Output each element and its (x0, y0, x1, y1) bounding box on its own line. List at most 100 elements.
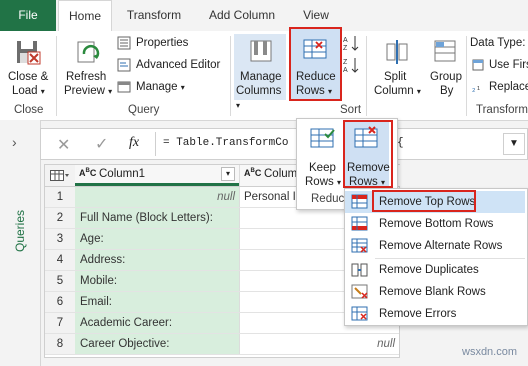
sort-ascending-button[interactable]: AZ (342, 34, 360, 52)
row-number: 3 (45, 229, 76, 249)
formula-bar: ✕ ✓ fx = Table.TransformCo { ▼ (40, 128, 528, 160)
tab-home[interactable]: Home (58, 0, 112, 32)
manage-button[interactable]: Manage ▾ (117, 80, 197, 96)
menu-item-remove-blank-rows[interactable]: Remove Blank Rows (345, 281, 525, 303)
row-number: 7 (45, 313, 76, 333)
table-menu-button[interactable] (45, 165, 76, 186)
remove-rows-highlight (343, 120, 393, 188)
properties-button[interactable]: Properties (117, 36, 227, 52)
menu-item-label: Remove Bottom Rows (379, 218, 494, 230)
svg-text:A: A (343, 67, 348, 74)
keep-rows-button[interactable]: Keep Rows ▾ (301, 121, 343, 189)
column1-header-label: Column1 (99, 168, 146, 180)
advanced-editor-button[interactable]: Advanced Editor (117, 58, 231, 74)
group-by-icon (434, 40, 456, 62)
tab-add-column[interactable]: Add Column (198, 0, 286, 31)
menu-item-remove-errors[interactable]: Remove Errors (345, 303, 525, 325)
row-number: 6 (45, 292, 76, 312)
use-first-row-button[interactable]: Use Firs (472, 58, 528, 74)
replace-values-icon: ₂₁ (472, 81, 480, 93)
column1-cell[interactable]: Mobile: (75, 271, 239, 291)
tab-transform[interactable]: Transform (118, 0, 190, 31)
reduce-rows-highlight (289, 27, 342, 101)
svg-text:A: A (343, 37, 348, 44)
null-value: null (217, 191, 235, 203)
queries-pane: › Queries (0, 120, 41, 366)
manage-columns-label-1: Manage (240, 71, 282, 83)
sort-descending-icon: ZA (343, 58, 359, 74)
keep-rows-label-1: Keep (309, 162, 336, 174)
queries-label[interactable]: Queries (13, 201, 27, 261)
split-column-icon (386, 40, 408, 64)
group-by-button[interactable]: Group By (426, 34, 466, 100)
menu-item-remove-alternate-rows[interactable]: Remove Alternate Rows (345, 235, 525, 257)
menu-item-label: Remove Errors (379, 308, 457, 320)
divider (466, 36, 467, 116)
refresh-label-2: Preview ▾ (64, 85, 113, 97)
svg-text:Z: Z (343, 59, 348, 66)
close-load-label-1: Close & (8, 71, 49, 83)
cancel-formula-icon[interactable]: ✕ (57, 135, 70, 155)
menu-item-remove-duplicates[interactable]: Remove Duplicates (345, 259, 525, 281)
column1-cell[interactable]: Academic Career: (75, 313, 239, 333)
group-by-label-1: Group (430, 71, 462, 83)
manage-columns-button[interactable]: Manage Columns ▾ (234, 34, 286, 110)
data-type-dropdown[interactable]: Data Type: T (470, 36, 528, 52)
refresh-preview-button[interactable]: Refresh Preview ▾ (62, 36, 114, 100)
group-by-label-2: By (440, 85, 454, 97)
tab-file[interactable]: File (0, 0, 56, 31)
menu-item-label: Remove Blank Rows (379, 286, 486, 298)
column2-cell[interactable]: null (239, 334, 399, 354)
text-type-icon: ABC (79, 168, 97, 178)
use-first-row-label: Use Firs (489, 59, 528, 71)
menu-item-remove-bottom-rows[interactable]: Remove Bottom Rows (345, 213, 525, 235)
fx-icon[interactable]: fx (129, 135, 139, 151)
ribbon-tab-bar: File Home Transform Add Column View (0, 0, 528, 32)
keep-rows-label-2: Rows ▾ (305, 176, 341, 188)
row-number: 8 (45, 334, 76, 354)
row-number: 5 (45, 271, 76, 291)
column1-cell[interactable]: Age: (75, 229, 239, 249)
expand-queries-chevron-icon[interactable]: › (12, 134, 17, 150)
replace-values-button[interactable]: ₂₁ Replace (472, 80, 528, 96)
manage-columns-icon (250, 40, 272, 62)
column1-cell[interactable]: Address: (75, 250, 239, 270)
use-first-row-icon (472, 59, 484, 71)
advanced-editor-icon (117, 58, 131, 72)
keep-rows-icon (310, 128, 335, 148)
row-number: 4 (45, 250, 76, 270)
divider (230, 36, 231, 116)
expand-formula-chevron-icon[interactable]: ▼ (503, 133, 525, 155)
remove-top-rows-highlight (372, 190, 476, 212)
transform-group-label: Transform (476, 104, 528, 116)
sort-group-label: Sort (340, 104, 362, 116)
column1-filter-icon[interactable]: ▾ (221, 167, 235, 181)
remove-errors-icon (351, 306, 368, 321)
divider (366, 36, 367, 116)
column1-cell[interactable]: null (75, 187, 239, 207)
column1-cell[interactable]: Email: (75, 292, 239, 312)
column1-cell[interactable]: Full Name (Block Letters): (75, 208, 239, 228)
manage-columns-label-2: Columns ▾ (236, 85, 282, 110)
confirm-formula-icon[interactable]: ✓ (95, 134, 108, 154)
data-type-label: Data Type: T (470, 37, 528, 49)
replace-values-label: Replace (489, 81, 528, 93)
svg-text:₂: ₂ (472, 83, 476, 93)
column1-cell[interactable]: Career Objective: (75, 334, 239, 354)
table-icon (50, 170, 69, 181)
query-group-label: Query (128, 104, 160, 116)
sort-descending-button[interactable]: ZA (342, 56, 360, 74)
close-load-button[interactable]: Close & Load ▾ (4, 36, 52, 100)
divider (56, 36, 57, 116)
properties-label: Properties (136, 37, 189, 49)
sort-ascending-icon: AZ (343, 36, 359, 52)
remove-duplicates-icon (351, 263, 368, 277)
manage-icon (117, 81, 131, 93)
split-column-button[interactable]: Split Column ▾ (370, 34, 424, 100)
column1-header[interactable]: ABC Column1 ▾ (75, 165, 239, 186)
formula-text[interactable]: = Table.TransformCo (163, 137, 288, 149)
manage-label: Manage ▾ (136, 81, 185, 93)
close-group-label: Close (14, 104, 44, 116)
advanced-editor-label: Advanced Editor (136, 59, 221, 71)
split-column-label-1: Split (384, 71, 407, 83)
